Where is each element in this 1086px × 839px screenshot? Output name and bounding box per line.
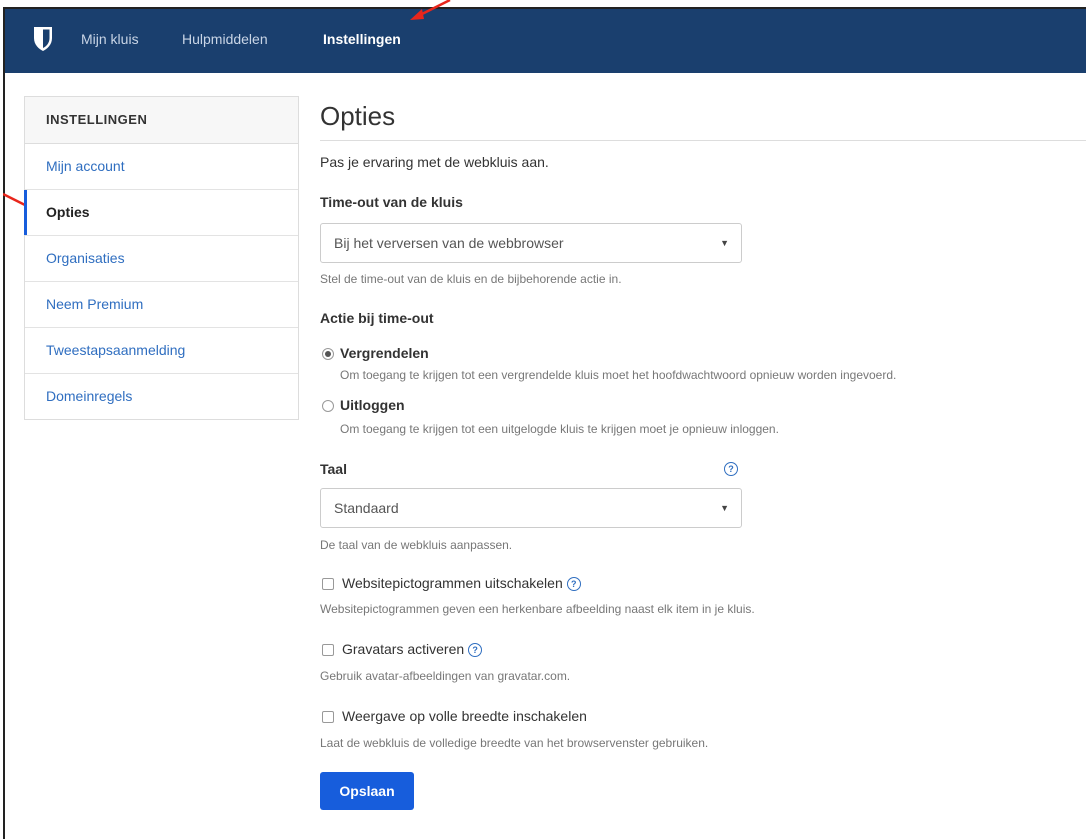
radio-uitloggen-label[interactable]: Uitloggen: [340, 397, 405, 413]
timeout-help: Stel de time-out van de kluis en de bijb…: [320, 272, 622, 286]
timeout-select[interactable]: Bij het verversen van de webbrowser ▼: [320, 223, 742, 263]
checkbox-volle-breedte[interactable]: [322, 711, 334, 723]
language-select-value: Standaard: [334, 500, 399, 516]
radio-uitloggen[interactable]: [322, 400, 334, 412]
checkbox-volle-breedte-label[interactable]: Weergave op volle breedte inschakelen: [342, 708, 587, 724]
language-label: Taal: [320, 461, 347, 477]
language-help: De taal van de webkluis aanpassen.: [320, 538, 513, 552]
sidebar-item-mijn-account[interactable]: Mijn account: [25, 144, 298, 190]
save-button[interactable]: Opslaan: [320, 772, 414, 810]
checkbox-gravatars-label[interactable]: Gravatars activeren: [342, 641, 464, 657]
checkbox-websitepictogrammen-label-row: Websitepictogrammen uitschakelen?: [342, 575, 581, 592]
sidebar-item-domeinregels[interactable]: Domeinregels: [25, 374, 298, 419]
radio-vergrendelen-desc: Om toegang te krijgen tot een vergrendel…: [340, 368, 897, 382]
chevron-down-icon: ▼: [720, 238, 729, 248]
bitwarden-shield-icon[interactable]: [33, 26, 53, 52]
help-icon[interactable]: ?: [566, 577, 581, 592]
nav-link-instellingen[interactable]: Instellingen: [323, 31, 401, 47]
title-divider: [320, 140, 1086, 141]
checkbox-gravatars[interactable]: [322, 644, 334, 656]
main-content: Opties Pas je ervaring met de webkluis a…: [320, 96, 1086, 810]
help-icon[interactable]: ?: [468, 643, 483, 658]
timeout-label: Time-out van de kluis: [320, 194, 463, 210]
sidebar-item-tweestapsaanmelding[interactable]: Tweestapsaanmelding: [25, 328, 298, 374]
checkbox-websitepictogrammen-desc: Websitepictogrammen geven een herkenbare…: [320, 602, 755, 616]
chevron-down-icon: ▼: [720, 503, 729, 513]
intro-text: Pas je ervaring met de webkluis aan.: [320, 154, 549, 170]
checkbox-gravatars-desc: Gebruik avatar-afbeeldingen van gravatar…: [320, 669, 571, 683]
sidebar-item-opties[interactable]: Opties: [24, 190, 298, 236]
checkbox-gravatars-label-row: Gravatars activeren?: [342, 641, 483, 658]
radio-uitloggen-desc: Om toegang te krijgen tot een uitgelogde…: [340, 422, 779, 436]
action-label: Actie bij time-out: [320, 310, 434, 326]
page-title: Opties: [320, 101, 396, 131]
nav-link-hulpmiddelen[interactable]: Hulpmiddelen: [182, 31, 268, 47]
sidebar-item-neem-premium[interactable]: Neem Premium: [25, 282, 298, 328]
timeout-select-value: Bij het verversen van de webbrowser: [334, 235, 564, 251]
language-select[interactable]: Standaard ▼: [320, 488, 742, 528]
sidebar-header: INSTELLINGEN: [25, 97, 298, 144]
radio-vergrendelen[interactable]: [322, 348, 334, 360]
checkbox-websitepictogrammen[interactable]: [322, 578, 334, 590]
help-icon[interactable]: ?: [724, 462, 738, 476]
sidebar-item-organisaties[interactable]: Organisaties: [25, 236, 298, 282]
annotation-arrow-icon: [410, 0, 451, 20]
nav-link-mijn-kluis[interactable]: Mijn kluis: [81, 31, 139, 47]
checkbox-websitepictogrammen-label[interactable]: Websitepictogrammen uitschakelen: [342, 575, 563, 591]
settings-sidebar: INSTELLINGEN Mijn account Opties Organis…: [24, 96, 299, 420]
top-navbar: Mijn kluis Hulpmiddelen Instellingen: [5, 9, 1086, 73]
radio-vergrendelen-label[interactable]: Vergrendelen: [340, 345, 429, 361]
checkbox-volle-breedte-desc: Laat de webkluis de volledige breedte va…: [320, 736, 709, 750]
